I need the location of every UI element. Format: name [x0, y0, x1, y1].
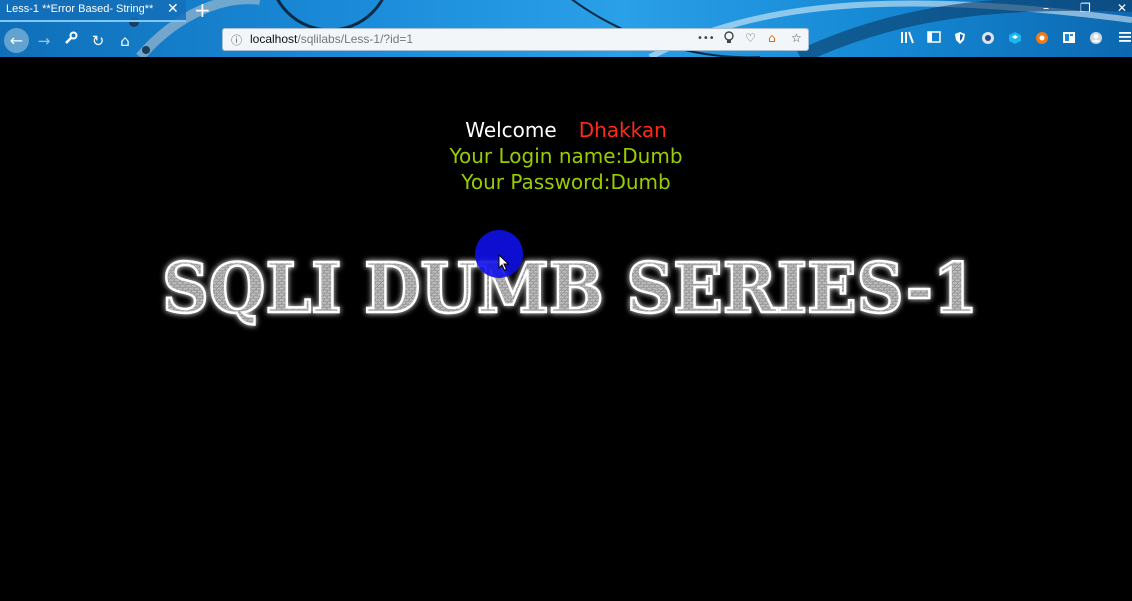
pocket-icon[interactable]: ♡	[745, 31, 756, 45]
reload-button[interactable]: ↻	[87, 30, 109, 52]
login-name-line: Your Login name:Dumb	[449, 144, 683, 168]
url-host: localhost	[250, 32, 298, 46]
welcome-name: Dhakkan	[578, 118, 667, 142]
minimize-button[interactable]: –	[1043, 1, 1049, 15]
close-window-button[interactable]: ✕	[1117, 1, 1127, 15]
restore-button[interactable]: ❐	[1080, 1, 1091, 15]
tools-button[interactable]	[60, 30, 82, 52]
reader-icon[interactable]	[1062, 31, 1076, 48]
library-icon[interactable]	[900, 31, 914, 48]
page-actions-icon[interactable]: •••	[697, 33, 715, 44]
home-addon-icon[interactable]: ⌂	[768, 31, 776, 45]
bookmark-star-icon[interactable]: ☆	[791, 31, 802, 45]
menu-icon[interactable]	[1118, 31, 1132, 47]
wrench-icon	[65, 31, 78, 44]
tab-close-icon[interactable]: ✕	[167, 1, 179, 17]
page-content: Welcome Dhakkan Your Login name:Dumb Your…	[0, 57, 1132, 601]
mouse-cursor-icon	[498, 254, 510, 272]
lightbulb-icon[interactable]	[723, 31, 735, 48]
home-button[interactable]: ⌂	[114, 30, 136, 52]
extension-fox-icon[interactable]	[1035, 31, 1049, 49]
info-icon[interactable]: ⓘ	[231, 32, 242, 48]
tab-title: Less-1 **Error Based- String**	[6, 3, 154, 15]
extension-shield-icon[interactable]	[954, 31, 966, 49]
back-button[interactable]: ←	[4, 28, 29, 53]
navigation-toolbar: ← → ↻ ⌂ ⓘ localhost/sqlilabs/Less-1/?id=…	[0, 25, 1132, 57]
sqli-dumb-series-banner: SQLI DUMB SERIES-1	[161, 248, 980, 331]
welcome-line: Welcome Dhakkan	[0, 117, 1132, 143]
address-bar[interactable]: ⓘ localhost/sqlilabs/Less-1/?id=1 ••• ♡ …	[222, 28, 809, 51]
welcome-text: Welcome	[465, 118, 557, 142]
account-icon[interactable]	[1089, 31, 1103, 49]
extension-cube-icon[interactable]	[1008, 31, 1022, 49]
password-line: Your Password:Dumb	[461, 170, 671, 194]
browser-tab[interactable]: Less-1 **Error Based- String** ✕	[0, 0, 186, 22]
forward-button[interactable]: →	[33, 30, 55, 52]
banner-text: SQLI DUMB SERIES-1	[162, 249, 978, 329]
url-text[interactable]: localhost/sqlilabs/Less-1/?id=1	[250, 32, 413, 46]
sidebar-icon[interactable]	[927, 31, 941, 47]
new-tab-button[interactable]: +	[194, 0, 211, 22]
url-path: /sqlilabs/Less-1/?id=1	[297, 32, 414, 46]
extension-robot-icon[interactable]	[981, 31, 995, 49]
browser-chrome: Less-1 **Error Based- String** ✕ + – ❐ ✕…	[0, 0, 1132, 57]
